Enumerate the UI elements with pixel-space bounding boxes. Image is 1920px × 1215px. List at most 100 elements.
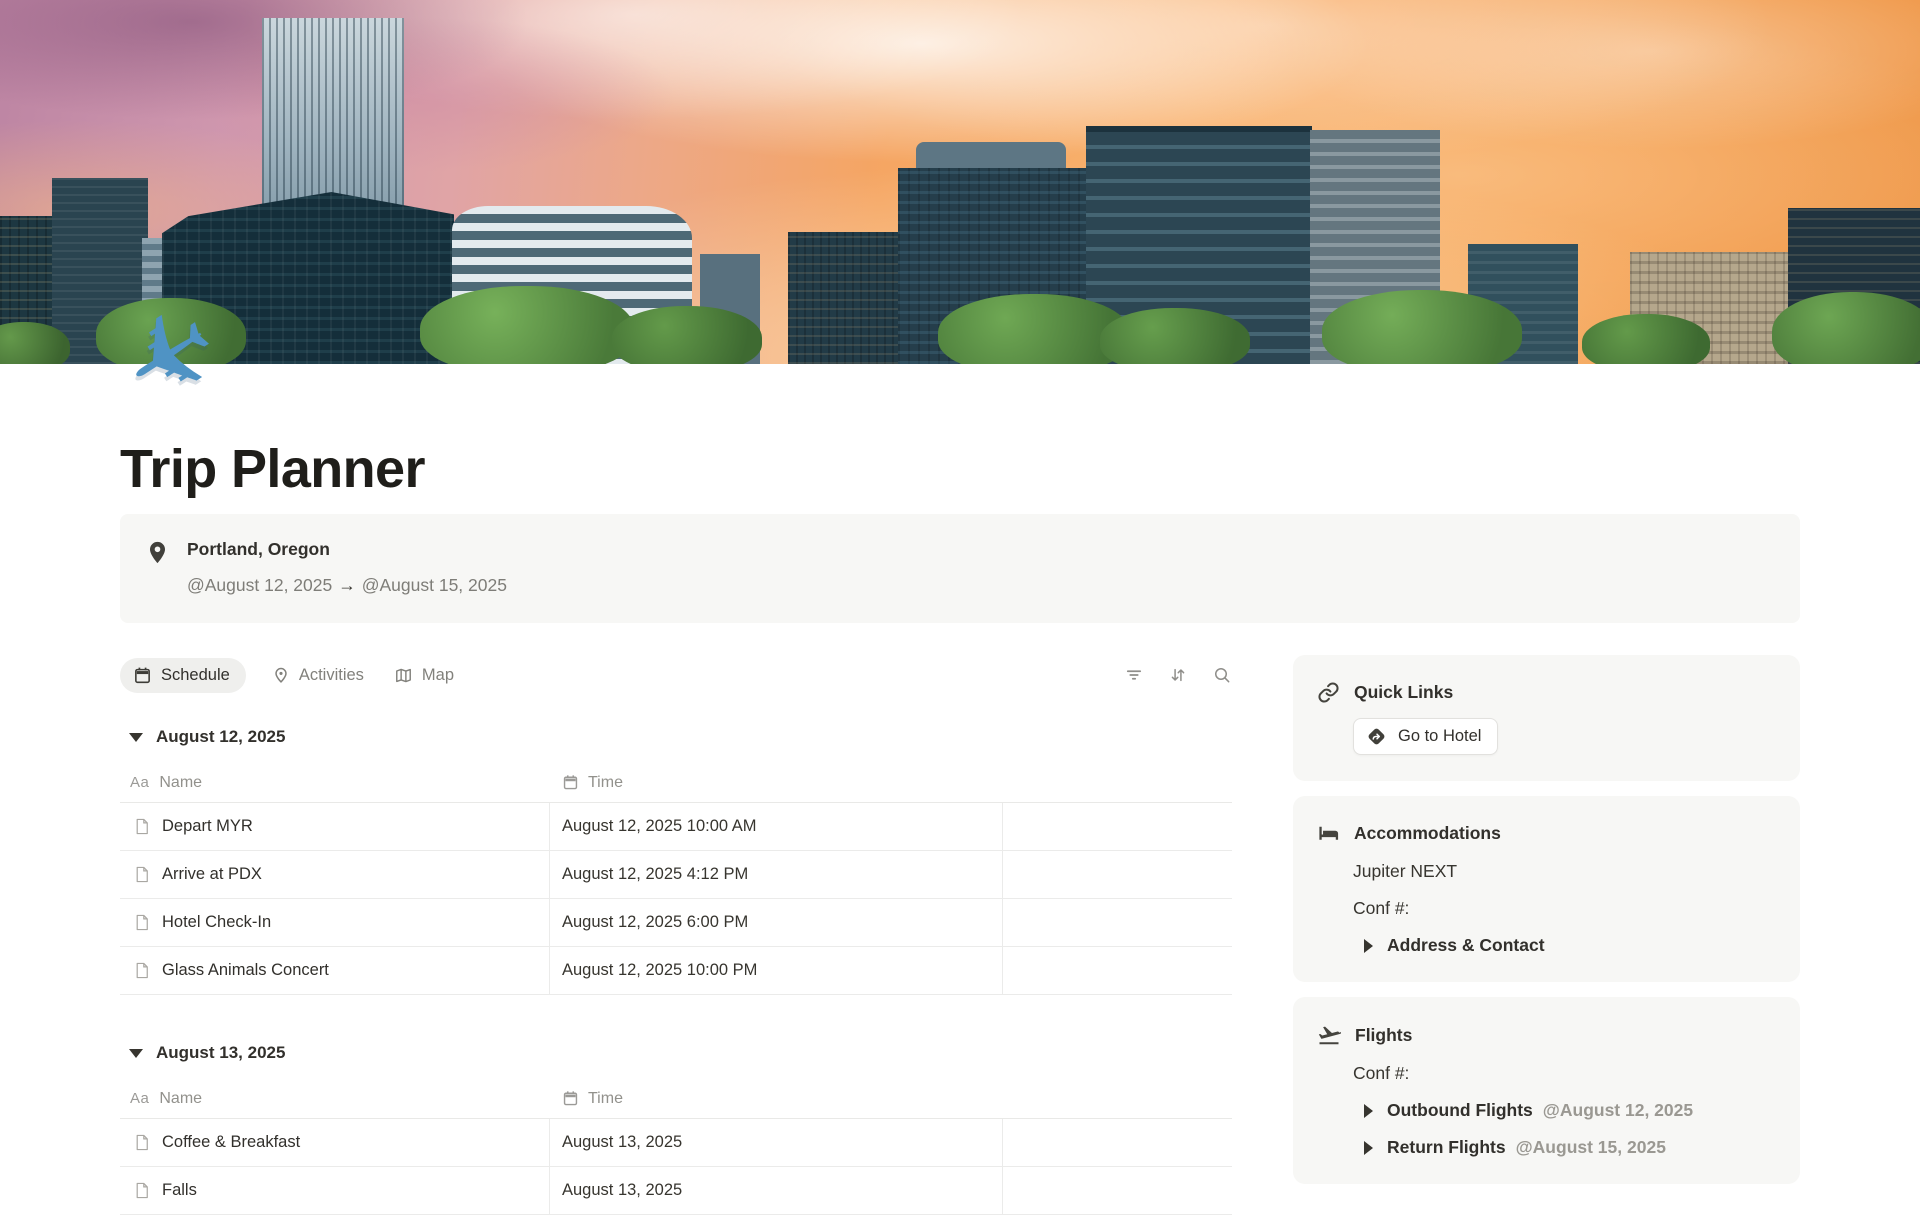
row-extra-cell: [1003, 947, 1232, 994]
section-header[interactable]: August 12, 2025: [120, 723, 1232, 751]
tab-map[interactable]: Map: [390, 658, 458, 693]
table-row[interactable]: Arrive at PDX August 12, 2025 4:12 PM: [120, 851, 1232, 899]
name-column-label: Name: [159, 1090, 202, 1108]
row-time-cell[interactable]: August 13, 2025: [550, 1167, 1003, 1214]
page-icon: [133, 1181, 151, 1200]
toggle-down-icon[interactable]: [129, 733, 143, 742]
row-name-cell[interactable]: Arrive at PDX: [120, 851, 550, 898]
tree: [938, 294, 1130, 364]
row-time-cell[interactable]: August 12, 2025 10:00 PM: [550, 947, 1003, 994]
tab-activities[interactable]: Activities: [268, 658, 368, 693]
row-name-label: Arrive at PDX: [162, 865, 262, 884]
accommodations-title: Accommodations: [1354, 823, 1501, 844]
date-range-arrow: →: [332, 575, 362, 595]
section-date: August 12, 2025: [156, 727, 285, 747]
location-pin-icon: [145, 540, 170, 596]
view-tabs: Schedule Activities Map: [120, 655, 1232, 695]
cover-image: [0, 0, 1920, 364]
filter-icon[interactable]: [1124, 665, 1144, 685]
tab-schedule-label: Schedule: [161, 666, 230, 685]
section-header[interactable]: August 13, 2025: [120, 1039, 1232, 1067]
time-column-label: Time: [588, 774, 623, 792]
row-name-label: Falls: [162, 1181, 197, 1200]
location-callout[interactable]: Portland, Oregon @August 12, 2025→@Augus…: [120, 514, 1800, 623]
sort-icon[interactable]: [1168, 665, 1188, 685]
table-body: Depart MYR August 12, 2025 10:00 AM Arri…: [120, 803, 1232, 995]
toggle-right-icon[interactable]: [1364, 1104, 1373, 1118]
table-body: Coffee & Breakfast August 13, 2025 Falls…: [120, 1119, 1232, 1215]
schedule-section: August 13, 2025 Aa Name Time Coffee & Br…: [120, 1039, 1232, 1215]
row-name-label: Coffee & Breakfast: [162, 1133, 300, 1152]
return-flights-toggle[interactable]: Return Flights @August 15, 2025: [1364, 1137, 1774, 1158]
tab-schedule[interactable]: Schedule: [120, 658, 246, 693]
row-name-cell[interactable]: Coffee & Breakfast: [120, 1119, 550, 1166]
go-to-hotel-label: Go to Hotel: [1398, 727, 1481, 746]
section-date: August 13, 2025: [156, 1043, 285, 1063]
trip-end-date[interactable]: @August 15, 2025: [362, 575, 507, 595]
table-row[interactable]: Depart MYR August 12, 2025 10:00 AM: [120, 803, 1232, 851]
trip-location: Portland, Oregon: [187, 539, 507, 560]
page-icon-airplane[interactable]: ✈: [106, 292, 236, 422]
flight-takeoff-icon: [1317, 1023, 1341, 1047]
trip-start-date[interactable]: @August 12, 2025: [187, 575, 332, 595]
row-time-value: August 12, 2025 4:12 PM: [562, 865, 748, 884]
row-time-value: August 13, 2025: [562, 1181, 682, 1200]
tree: [1582, 314, 1710, 364]
row-name-label: Hotel Check-In: [162, 913, 271, 932]
row-time-value: August 13, 2025: [562, 1133, 682, 1152]
name-column-header[interactable]: Aa Name: [120, 774, 550, 792]
calendar-icon: [562, 774, 579, 791]
row-time-cell[interactable]: August 13, 2025: [550, 1119, 1003, 1166]
name-column-header[interactable]: Aa Name: [120, 1090, 550, 1108]
flights-conf-label[interactable]: Conf #:: [1353, 1063, 1774, 1084]
row-name-cell[interactable]: Depart MYR: [120, 803, 550, 850]
map-icon: [394, 666, 413, 685]
outbound-flights-toggle[interactable]: Outbound Flights @August 12, 2025: [1364, 1100, 1774, 1121]
table-row[interactable]: Coffee & Breakfast August 13, 2025: [120, 1119, 1232, 1167]
time-column-header[interactable]: Time: [550, 1090, 1003, 1108]
airplane-emoji: ✈: [104, 287, 239, 427]
address-contact-toggle[interactable]: Address & Contact: [1364, 935, 1774, 956]
table-row[interactable]: Hotel Check-In August 12, 2025 6:00 PM: [120, 899, 1232, 947]
table-row[interactable]: Falls August 13, 2025: [120, 1167, 1232, 1215]
go-to-hotel-button[interactable]: Go to Hotel: [1353, 718, 1498, 755]
calendar-icon: [562, 1090, 579, 1107]
row-time-value: August 12, 2025 10:00 PM: [562, 961, 757, 980]
page-title[interactable]: Trip Planner: [120, 440, 1800, 498]
row-extra-cell: [1003, 1119, 1232, 1166]
tree: [612, 306, 762, 364]
row-time-cell[interactable]: August 12, 2025 4:12 PM: [550, 851, 1003, 898]
outbound-date-mention[interactable]: @August 12, 2025: [1543, 1100, 1693, 1121]
quick-links-title: Quick Links: [1354, 682, 1453, 703]
table-header-row: Aa Name Time: [120, 763, 1232, 803]
schedule-table: Aa Name Time Depart MYR August 12, 2025 …: [120, 763, 1232, 995]
toggle-down-icon[interactable]: [129, 1049, 143, 1058]
page-icon: [133, 865, 151, 884]
row-time-cell[interactable]: August 12, 2025 10:00 AM: [550, 803, 1003, 850]
text-type-icon: Aa: [130, 1090, 149, 1107]
row-name-label: Glass Animals Concert: [162, 961, 329, 980]
flights-title: Flights: [1355, 1025, 1412, 1046]
table-row[interactable]: Glass Animals Concert August 12, 2025 10…: [120, 947, 1232, 995]
accommodations-conf-label[interactable]: Conf #:: [1353, 898, 1774, 919]
schedule-table: Aa Name Time Coffee & Breakfast August 1…: [120, 1079, 1232, 1215]
building: [788, 232, 900, 364]
row-name-cell[interactable]: Hotel Check-In: [120, 899, 550, 946]
return-date-mention[interactable]: @August 15, 2025: [1516, 1137, 1666, 1158]
row-extra-cell: [1003, 851, 1232, 898]
trip-dates: @August 12, 2025→@August 15, 2025: [187, 575, 507, 596]
tree: [420, 286, 634, 364]
text-type-icon: Aa: [130, 774, 149, 791]
row-name-cell[interactable]: Falls: [120, 1167, 550, 1214]
name-column-label: Name: [159, 774, 202, 792]
schedule-sections: August 12, 2025 Aa Name Time Depart MYR …: [120, 723, 1232, 1215]
row-name-cell[interactable]: Glass Animals Concert: [120, 947, 550, 994]
schedule-section: August 12, 2025 Aa Name Time Depart MYR …: [120, 723, 1232, 995]
row-time-cell[interactable]: August 12, 2025 6:00 PM: [550, 899, 1003, 946]
toggle-right-icon[interactable]: [1364, 1141, 1373, 1155]
toggle-right-icon[interactable]: [1364, 939, 1373, 953]
search-icon[interactable]: [1212, 665, 1232, 685]
row-time-value: August 12, 2025 10:00 AM: [562, 817, 756, 836]
time-column-header[interactable]: Time: [550, 774, 1003, 792]
row-extra-cell: [1003, 803, 1232, 850]
